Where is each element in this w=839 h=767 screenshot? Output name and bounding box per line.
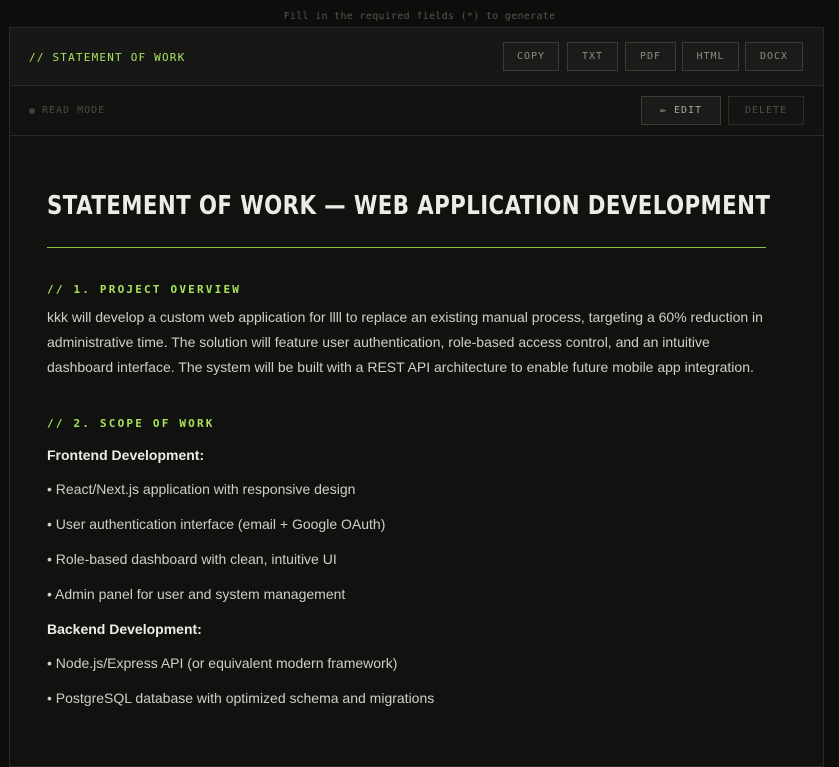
export-pdf-button[interactable]: PDF: [625, 42, 676, 71]
list-item: • Admin panel for user and system manage…: [47, 586, 346, 602]
list-item: • Role-based dashboard with clean, intui…: [47, 551, 337, 567]
delete-button[interactable]: DELETE: [728, 96, 804, 125]
panel-title: // STATEMENT OF WORK: [29, 51, 186, 64]
export-html-button[interactable]: HTML: [682, 42, 739, 71]
status-dot-icon: [29, 107, 35, 114]
mode-indicator: READ MODE: [29, 105, 105, 116]
export-docx-button[interactable]: DOCX: [745, 42, 803, 71]
subheading-frontend: Frontend Development:: [47, 447, 205, 463]
export-txt-button[interactable]: TXT: [567, 42, 618, 71]
document-body: STATEMENT OF WORK — WEB APPLICATION DEVE…: [47, 136, 771, 706]
copy-button[interactable]: COPY: [503, 42, 559, 71]
generate-hint: Fill in the required fields (*) to gener…: [283, 11, 556, 22]
document-title: STATEMENT OF WORK — WEB APPLICATION DEVE…: [47, 191, 771, 221]
list-item: • PostgreSQL database with optimized sch…: [47, 690, 435, 706]
mode-label: READ MODE: [42, 105, 106, 116]
panel-header: // STATEMENT OF WORK COPY TXT PDF HTML D…: [10, 28, 823, 86]
edit-button[interactable]: ✏ EDIT: [641, 96, 721, 125]
mode-toolbar: READ MODE ✏ EDIT DELETE: [10, 86, 823, 136]
list-item: • Node.js/Express API (or equivalent mod…: [47, 655, 398, 671]
list-item: • User authentication interface (email +…: [47, 516, 386, 532]
subheading-backend: Backend Development:: [47, 621, 202, 637]
section-heading-overview: // 1. PROJECT OVERVIEW: [47, 283, 242, 296]
section-heading-scope: // 2. SCOPE OF WORK: [47, 417, 215, 430]
list-item: • React/Next.js application with respons…: [47, 481, 356, 497]
title-divider: [47, 247, 766, 248]
overview-paragraph: kkk will develop a custom web applicatio…: [47, 309, 763, 375]
